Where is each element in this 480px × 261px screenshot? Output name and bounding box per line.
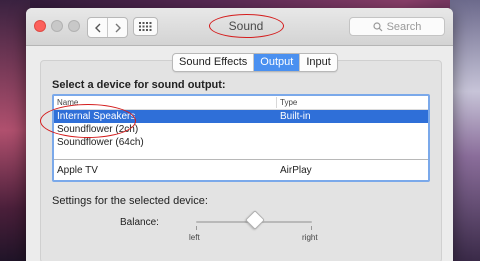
desktop-wallpaper-right [450,0,480,261]
table-row[interactable]: Soundflower (64ch) [54,136,428,149]
forward-button[interactable] [107,18,127,37]
row-separator [54,159,428,160]
title-bar: Sound Search [26,8,453,46]
tab-input[interactable]: Input [299,54,336,71]
tab-sound-effects[interactable]: Sound Effects [173,54,253,71]
sound-preferences-window: Sound Search Sound Effects Output Input … [26,8,453,261]
close-button[interactable] [34,20,46,32]
device-type: Built-in [280,111,311,122]
balance-right-label: right [302,233,318,242]
slider-tick-right [311,226,312,230]
device-name: Soundflower (64ch) [57,137,144,148]
back-button[interactable] [88,18,107,37]
minimize-button[interactable] [51,20,63,32]
tab-output[interactable]: Output [253,54,300,71]
annotation-circle-title [209,14,284,38]
device-name: Apple TV [57,165,98,176]
forward-icon [115,23,121,32]
tab-bar: Sound Effects Output Input [172,53,338,72]
show-all-button[interactable] [133,17,158,36]
device-type: AirPlay [280,165,312,176]
zoom-button[interactable] [68,20,80,32]
balance-left-label: left [189,233,200,242]
settings-heading: Settings for the selected device: [52,195,208,207]
balance-label: Balance: [120,217,159,228]
output-heading: Select a device for sound output: [52,79,226,91]
back-icon [94,23,100,32]
slider-tick-left [196,226,197,230]
column-divider [276,97,277,108]
column-header-type[interactable]: Type [280,98,297,107]
navigation-buttons [87,17,128,38]
table-row[interactable]: Apple TV AirPlay [54,164,428,177]
annotation-circle-device [40,104,136,138]
search-icon [372,21,382,31]
search-field[interactable]: Search [349,17,445,36]
search-placeholder: Search [386,20,422,33]
grid-icon [139,22,152,31]
